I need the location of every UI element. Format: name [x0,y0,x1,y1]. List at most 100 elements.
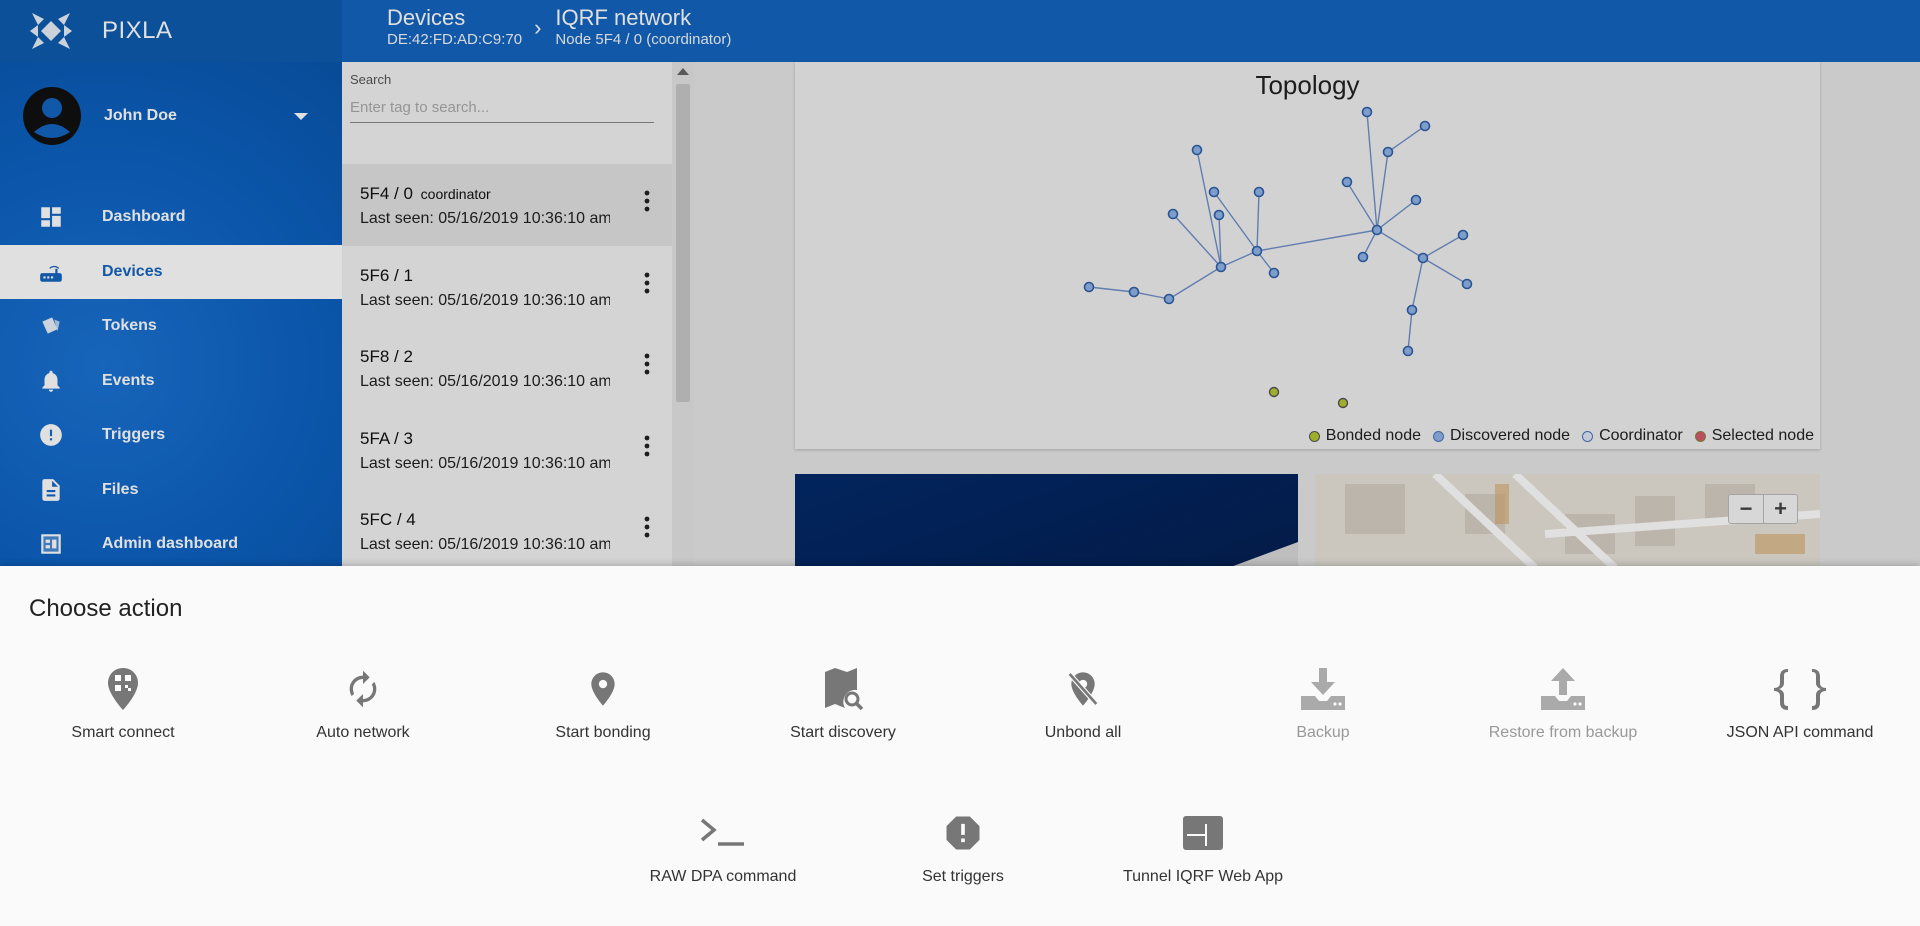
location-pin-icon [591,672,615,706]
smart-connect-button[interactable]: Smart connect [8,666,238,742]
json-api-command-button[interactable]: JSON API command [1685,666,1915,742]
scroll-thumb[interactable] [676,84,690,402]
restore-from-backup-button[interactable]: Restore from backup [1448,666,1678,742]
autorenew-icon [349,670,377,708]
brand[interactable]: PIXLA [0,0,342,62]
device-title: 5F4 / 0 coordinator [360,184,672,204]
discovered-node [1461,278,1473,290]
choose-action-sheet: Choose action Smart connect Auto network… [0,566,1920,926]
device-item-5f8[interactable]: 5F8 / 2 Last seen: 05/16/2019 10:36:10 a… [342,327,672,409]
set-triggers-button[interactable]: Set triggers [848,810,1078,886]
discovered-node [1406,304,1418,316]
sidebar-item-label: Tokens [102,317,157,335]
action-label: JSON API command [1726,724,1874,741]
breadcrumb-devices[interactable]: Devices DE:42:FD:AD:C9:70 [387,5,522,49]
legend-label: Bonded node [1325,427,1421,444]
device-item-5f6[interactable]: 5F6 / 1 Last seen: 05/16/2019 10:36:10 a… [342,246,672,328]
tunnel-iqrf-web-app-button[interactable]: Tunnel IQRF Web App [1088,810,1318,886]
sidebar-item-label: Admin dashboard [102,535,239,553]
device-address: 5F4 / 0 [360,184,413,203]
list-scrollbar[interactable] [672,62,694,568]
discovered-node-dot-icon [1433,430,1444,442]
sidebar-item-label: Events [102,371,155,389]
more-vertical-icon[interactable] [644,516,650,538]
discovered-node [1341,176,1353,188]
discovered-node [1253,186,1265,198]
device-item-5fa[interactable]: 5FA / 3 Last seen: 05/16/2019 10:36:10 a… [342,409,672,491]
search-input[interactable] [350,93,654,123]
scroll-up-icon[interactable] [677,68,689,75]
coordinator-dot-icon [1582,430,1594,442]
map-card[interactable]: − + [1315,474,1820,568]
sidebar-item-admin-dashboard[interactable]: Admin dashboard [0,517,342,572]
more-vertical-icon[interactable] [644,190,650,212]
router-icon [40,265,62,282]
card-decoration [1228,542,1298,568]
code-braces-icon [1774,669,1826,710]
avatar-icon [23,87,81,145]
topology-title: Topology [1255,70,1360,100]
sidebar-item-triggers[interactable]: Triggers [0,408,342,463]
caret-down-icon[interactable] [294,112,308,120]
discovered-node [1083,281,1095,293]
user-menu[interactable]: John Doe [22,86,322,146]
download-icon [1301,668,1345,710]
dashboard-icon [41,207,61,227]
breadcrumb-title: Devices [387,5,466,30]
zoom-out-button[interactable]: − [1729,495,1763,523]
topology-graph[interactable] [795,62,1820,449]
sidebar-item-tokens[interactable]: Tokens [0,299,342,354]
start-discovery-button[interactable]: Start discovery [728,666,958,742]
app-name: PIXLA [102,17,173,44]
action-label: Backup [1296,724,1350,741]
breadcrumb-subtitle: Node 5F4 / 0 (coordinator) [555,31,732,48]
device-tag: coordinator [420,186,491,202]
auto-network-button[interactable]: Auto network [248,666,478,742]
unbond-all-button[interactable]: Unbond all [968,666,1198,742]
sidebar-item-files[interactable]: Files [0,463,342,518]
sidebar-item-devices[interactable]: Devices [0,244,342,299]
topology-legend: Bonded node Discovered node Coordinator … [1297,427,1814,445]
search-label: Search [350,72,392,87]
bell-icon [42,370,60,392]
action-label: Auto network [316,724,410,741]
sidebar-item-dashboard[interactable]: Dashboard [0,190,342,245]
raw-dpa-command-button[interactable]: RAW DPA command [608,810,838,886]
device-address: 5FA / 3 [360,428,413,448]
alert-circle-icon [40,424,62,447]
action-label: Set triggers [922,868,1004,885]
backup-button[interactable]: Backup [1208,666,1438,742]
breadcrumb: Devices DE:42:FD:AD:C9:70 › IQRF network… [387,5,731,49]
bonded-node [1337,397,1349,409]
top-app-bar: PIXLA Devices DE:42:FD:AD:C9:70 › IQRF n… [0,0,1920,62]
device-address: 5F8 / 2 [360,347,413,366]
discovered-node [1251,245,1263,257]
action-label: Restore from backup [1488,724,1638,741]
discovered-node [1419,120,1431,132]
location-off-icon [1067,672,1099,706]
breadcrumb-iqrf-network: IQRF network Node 5F4 / 0 (coordinator) [555,5,731,49]
device-item-5fc[interactable]: 5FC / 4 Last seen: 05/16/2019 10:36:10 a… [342,490,672,572]
action-label: Tunnel IQRF Web App [1122,868,1284,885]
upload-icon [1541,668,1585,710]
selected-node-dot-icon [1694,430,1706,442]
device-last-seen: Last seen: 05/16/2019 10:36:10 am [360,373,610,390]
breadcrumb-title: IQRF network [555,5,692,30]
start-bonding-button[interactable]: Start bonding [488,666,718,742]
sidebar-item-label: Files [102,480,139,498]
sidebar-item-events[interactable]: Events [0,354,342,409]
discovered-node [1361,106,1373,118]
more-vertical-icon[interactable] [644,435,650,457]
more-vertical-icon[interactable] [644,353,650,375]
more-vertical-icon[interactable] [644,272,650,294]
device-title: 5FA / 3 [360,429,672,449]
discovered-node [1457,229,1469,241]
tokens-icon [42,317,60,334]
gateway-card [795,474,1298,568]
action-label: Unbond all [1044,724,1122,741]
sidebar-item-label: Dashboard [102,208,186,226]
device-item-5f4[interactable]: 5F4 / 0 coordinator Last seen: 05/16/201… [342,164,672,246]
action-label: Smart connect [71,724,175,741]
zoom-in-button[interactable]: + [1763,495,1797,523]
device-last-seen: Last seen: 05/16/2019 10:36:10 am [360,536,610,553]
